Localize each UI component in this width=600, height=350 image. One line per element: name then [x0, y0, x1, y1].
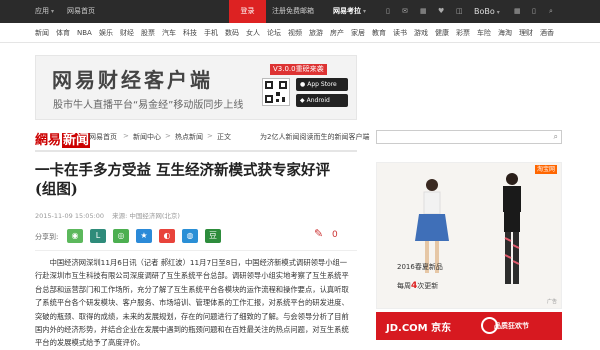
search-icon[interactable]: ⌕ [554, 132, 558, 142]
article-source[interactable]: 来源: 中国经济网(北京) [112, 212, 180, 220]
breadcrumb-home[interactable]: 网易首页 [89, 132, 117, 142]
douban-icon[interactable]: 豆 [205, 229, 221, 243]
cart-icon[interactable]: ◫ [456, 0, 463, 23]
app-store-button[interactable]: ● App Store [296, 78, 348, 91]
breadcrumb-separator: > [165, 132, 171, 140]
android-button[interactable]: ◆ Android [296, 94, 348, 107]
channel-navigation: 新闻 体育 NBA 娱乐 财经 股票 汽车 科技 手机 数码 女人 论坛 视频 旅游 房产 家居 教育 读书 游戏健… [0, 23, 600, 43]
ad-corner-label: 广告 [546, 299, 557, 305]
channel-link[interactable]: 车险 [477, 23, 491, 43]
register-email-link[interactable]: 注册免费邮箱 [272, 0, 314, 23]
menu-grid-icon[interactable]: ▦ [514, 0, 521, 23]
banner-title: 网易财经客户端 [52, 68, 213, 92]
comment-icon[interactable]: ✎ [314, 227, 323, 240]
breadcrumb-hot-news[interactable]: 热点新闻 [175, 132, 203, 142]
bobo-link[interactable]: BoBo [474, 0, 500, 23]
qr-code-icon [262, 78, 290, 106]
android-label: Android [306, 97, 330, 104]
wechat-icon[interactable]: ◎ [113, 229, 129, 243]
android-icon: ◆ [300, 97, 305, 104]
top-navigation-bar: 应用 网易首页 登录 注册免费邮箱 网易考拉 ▯ ✉ ▦ ♥ ◫ BoBo ▦ … [0, 0, 600, 23]
fashion-ad[interactable]: 淘宝网 2016春夏新品 每周4次更新 广告 [376, 162, 562, 309]
breadcrumb-news-center[interactable]: 新闻中心 [133, 132, 161, 142]
netease-home-link[interactable]: 网易首页 [67, 0, 95, 23]
news-client-link[interactable]: 为2亿人新闻阅读而生的新闻客户端 [260, 132, 369, 142]
article-datetime: 2015-11-09 15:05:00 [35, 212, 105, 220]
channel-link[interactable]: 数码 [225, 23, 239, 43]
comment-count[interactable]: 0 [332, 230, 338, 240]
channel-link[interactable]: 视频 [288, 23, 302, 43]
ad-line1: 2016春夏新品 [397, 263, 443, 271]
channel-link[interactable]: 财经 [120, 23, 134, 43]
app-menu[interactable]: 应用 [35, 0, 54, 23]
heart-icon[interactable]: ♥ [438, 0, 444, 23]
channel-link[interactable]: 家居 [351, 23, 365, 43]
logo-text-a: 網易 [35, 133, 62, 148]
channel-link[interactable]: 酒香 [540, 23, 554, 43]
channel-link[interactable]: 娱乐 [99, 23, 113, 43]
chat-icon[interactable]: ◉ [67, 229, 83, 243]
header-divider [35, 150, 357, 152]
yixin-icon[interactable]: ◍ [182, 229, 198, 243]
weibo-icon[interactable]: ◐ [159, 229, 175, 243]
login-button[interactable]: 登录 [229, 0, 266, 23]
mail-icon[interactable]: ✉ [402, 0, 408, 23]
mobile-icon[interactable]: ▯ [386, 0, 390, 23]
breadcrumb-separator: > [207, 132, 213, 140]
channel-link[interactable]: 体育 [56, 23, 70, 43]
search-icon[interactable]: ⌕ [549, 0, 553, 23]
channel-link[interactable]: 理财 [519, 23, 533, 43]
jd-ad[interactable]: JD.COM 京东 品质狂欢节 [376, 312, 562, 340]
breadcrumb-separator: > [123, 132, 129, 140]
finance-app-banner[interactable]: 网易财经客户端 股市牛人直播平台“易金经”移动版同步上线 V3.0.0重磅来袭 … [35, 55, 357, 120]
channel-link[interactable]: 游戏 [414, 23, 428, 43]
channel-link[interactable]: 手机 [204, 23, 218, 43]
qzone-icon[interactable]: ★ [136, 229, 152, 243]
channel-link[interactable]: 海淘 [498, 23, 512, 43]
banner-version-badge: V3.0.0重磅来袭 [270, 64, 327, 75]
channel-link[interactable]: 论坛 [267, 23, 281, 43]
channel-link[interactable]: 教育 [372, 23, 386, 43]
share-bar: 分享到: ◉ L ◎ ★ ◐ ◍ 豆 ✎ 0 [35, 227, 357, 245]
app-store-label: App Store [307, 81, 337, 88]
channel-link[interactable]: 汽车 [162, 23, 176, 43]
netease-news-logo[interactable]: 網易 新闻 [35, 129, 91, 148]
channel-link[interactable]: 健康 [435, 23, 449, 43]
ad-line2: 每周4次更新 [397, 281, 439, 291]
channel-link[interactable]: 科技 [183, 23, 197, 43]
jd-slogan: 品质狂欢节 [494, 322, 529, 330]
breadcrumb-current: 正文 [217, 133, 231, 141]
channel-link[interactable]: 股票 [141, 23, 155, 43]
channel-link[interactable]: 房产 [330, 23, 344, 43]
channel-link[interactable]: 读书 [393, 23, 407, 43]
search-input[interactable]: ⌕ [376, 130, 562, 144]
article-title: 一卡在手多方受益 互生经济新模式获专家好评(组图) [35, 162, 331, 198]
channel-link[interactable]: 旅游 [309, 23, 323, 43]
kaola-link[interactable]: 网易考拉 [333, 0, 366, 23]
share-label: 分享到: [35, 233, 59, 241]
lofter-icon[interactable]: L [90, 229, 106, 243]
logo-text-b: 新闻 [62, 133, 91, 148]
channel-link[interactable]: 新闻 [35, 23, 49, 43]
share-divider [35, 250, 357, 251]
article-meta: 2015-11-09 15:05:00 来源: 中国经济网(北京) [35, 210, 186, 220]
channel-link[interactable]: 彩票 [456, 23, 470, 43]
apple-icon: ● [300, 81, 306, 88]
channel-link[interactable]: 女人 [246, 23, 260, 43]
channel-link[interactable]: NBA [77, 23, 92, 43]
mobile-app-icon[interactable]: ▯ [532, 0, 536, 23]
article-body: 中国经济网深圳11月6日讯（记者 郝红波）11月7日至8日，中国经济新模式调研领… [35, 258, 349, 348]
grid-icon[interactable]: ▦ [420, 0, 427, 23]
jd-logo: JD.COM 京东 [386, 323, 452, 334]
banner-subtitle: 股市牛人直播平台“易金经”移动版同步上线 [53, 100, 244, 111]
